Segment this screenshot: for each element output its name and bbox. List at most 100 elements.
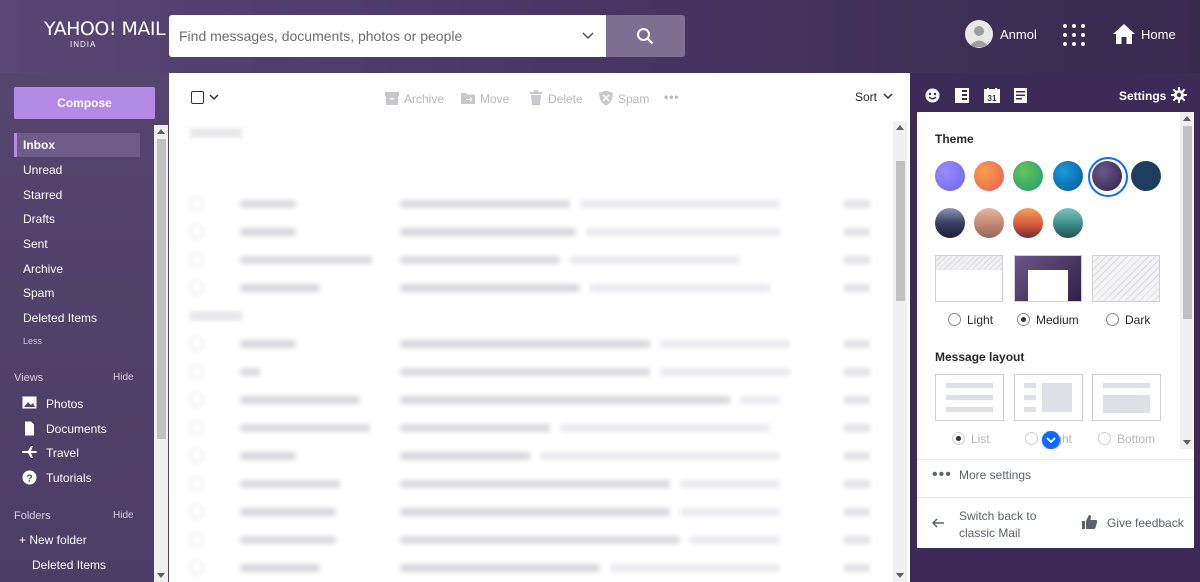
radio-button[interactable] — [1098, 432, 1111, 445]
switch-classic-link[interactable]: Switch back to classic Mail — [932, 508, 1072, 540]
folders-section-title: Folders — [14, 510, 51, 522]
radio-button[interactable] — [1025, 432, 1038, 445]
theme-swatch-purple[interactable] — [935, 161, 965, 191]
new-folder-label: + New folder — [19, 533, 87, 547]
views-hide-toggle[interactable]: Hide — [113, 372, 134, 383]
search-input[interactable] — [169, 15, 569, 57]
message-list-scrollbar[interactable] — [893, 121, 907, 582]
compose-button[interactable]: Compose — [14, 87, 155, 119]
sidebar-item-starred[interactable]: Starred — [14, 183, 140, 207]
list-item[interactable] — [190, 197, 890, 211]
theme-swatch-orange[interactable] — [974, 161, 1004, 191]
folders-hide-toggle[interactable]: Hide — [113, 510, 134, 521]
message-list[interactable] — [172, 121, 897, 582]
scroll-down-arrow[interactable] — [157, 573, 165, 578]
layout-label: Bottom — [1117, 432, 1156, 446]
scroll-up-arrow[interactable] — [1183, 116, 1191, 121]
search-button[interactable] — [606, 15, 685, 57]
search-box — [169, 15, 606, 57]
theme-swatch-navy[interactable] — [1131, 161, 1161, 191]
mode-label: Light — [967, 313, 994, 327]
list-item[interactable] — [190, 365, 890, 379]
settings-scrollbar[interactable] — [1180, 112, 1194, 449]
settings-label[interactable]: Settings — [1119, 89, 1166, 103]
scroll-up-arrow[interactable] — [896, 125, 904, 130]
list-item[interactable] — [190, 505, 890, 519]
sidebar-item-deleted-items[interactable]: Deleted Items — [14, 306, 140, 330]
theme-swatch-sunset[interactable] — [1013, 208, 1043, 238]
sidebar-item-sent[interactable]: Sent — [14, 232, 140, 256]
more-settings-link[interactable]: ••• More settings — [917, 459, 1194, 489]
sidebar-item-drafts[interactable]: Drafts — [14, 207, 140, 231]
logo-sub: INDIA — [70, 40, 97, 49]
scroll-thumb[interactable] — [896, 161, 905, 301]
list-item[interactable] — [190, 561, 890, 575]
list-item[interactable] — [190, 225, 890, 239]
less-toggle[interactable]: Less — [23, 336, 42, 346]
view-label: Photos — [46, 397, 84, 411]
mode-preview-light[interactable] — [935, 255, 1003, 302]
sidebar-item-unread[interactable]: Unread — [14, 158, 140, 182]
layout-preview-bottom[interactable] — [1092, 374, 1161, 421]
radio-button[interactable] — [952, 432, 965, 445]
notepad-icon[interactable] — [1014, 88, 1027, 103]
theme-swatch-blue[interactable] — [1053, 161, 1083, 191]
chevron-down-icon[interactable] — [209, 93, 219, 101]
delete-label: Delete — [548, 92, 583, 106]
sidebar-scrollbar[interactable] — [154, 125, 168, 582]
sort-button[interactable]: Sort — [855, 90, 893, 104]
contacts-icon[interactable] — [955, 88, 969, 103]
layout-label: List — [971, 432, 990, 446]
list-item[interactable] — [190, 533, 890, 547]
apps-grid-icon[interactable] — [1063, 24, 1085, 46]
radio-button[interactable] — [948, 313, 961, 326]
scroll-up-arrow[interactable] — [157, 129, 165, 134]
radio-button[interactable] — [1106, 313, 1119, 326]
mode-label: Dark — [1125, 313, 1151, 327]
list-item[interactable] — [190, 337, 890, 351]
more-dots-icon: ••• — [932, 466, 952, 483]
mode-preview-dark[interactable] — [1092, 255, 1160, 302]
more-actions-button[interactable]: ••• — [664, 90, 680, 106]
plane-icon — [22, 446, 37, 458]
sidebar-item-archive[interactable]: Archive — [14, 257, 140, 281]
give-feedback-label: Give feedback — [1107, 516, 1184, 530]
view-label: Travel — [46, 446, 79, 460]
calendar-icon[interactable]: 31 — [984, 88, 1000, 103]
top-header: YAHOO! MAIL INDIA Anmol Home — [0, 0, 1200, 73]
chevron-down-icon — [883, 93, 893, 100]
layout-preview-right[interactable] — [1014, 374, 1083, 421]
scroll-thumb[interactable] — [1183, 126, 1192, 319]
theme-swatch-green[interactable] — [1013, 161, 1043, 191]
list-item[interactable] — [190, 253, 890, 267]
list-item[interactable] — [190, 281, 890, 295]
sidebar-item-inbox[interactable]: Inbox — [14, 133, 140, 157]
sidebar-item-spam[interactable]: Spam — [14, 281, 140, 305]
list-item[interactable] — [190, 477, 890, 491]
list-item[interactable] — [190, 449, 890, 463]
settings-footer: Switch back to classic Mail Give feedbac… — [917, 497, 1194, 548]
message-list-pane: Archive Move Delete Spam ••• Sort — [169, 73, 910, 582]
smiley-icon[interactable] — [925, 88, 940, 103]
theme-swatch-mountain[interactable] — [935, 208, 965, 238]
radio-button[interactable] — [1017, 313, 1030, 326]
shield-icon — [599, 90, 613, 106]
scroll-down-arrow[interactable] — [896, 573, 904, 578]
scroll-down-arrow[interactable] — [1183, 440, 1191, 445]
layout-title: Message layout — [935, 350, 1025, 364]
select-all-checkbox[interactable] — [191, 91, 204, 104]
scroll-thumb[interactable] — [157, 139, 166, 439]
list-item[interactable] — [190, 393, 890, 407]
yahoo-mail-logo[interactable]: YAHOO! MAIL INDIA — [44, 18, 166, 49]
chevron-down-icon[interactable] — [582, 29, 594, 41]
theme-swatch-dark-purple[interactable] — [1088, 157, 1128, 197]
theme-swatch-desert[interactable] — [974, 208, 1004, 238]
layout-preview-list[interactable] — [935, 374, 1004, 421]
theme-swatch-lake[interactable] — [1053, 208, 1083, 238]
mode-preview-medium[interactable] — [1014, 255, 1082, 302]
thumbs-up-icon — [1082, 515, 1098, 529]
gear-icon[interactable] — [1171, 87, 1187, 103]
list-item[interactable] — [190, 421, 890, 435]
right-pane: 31 Settings Theme Light Medium Dark Mess… — [910, 73, 1200, 582]
scroll-down-hint-button[interactable] — [1042, 431, 1060, 449]
